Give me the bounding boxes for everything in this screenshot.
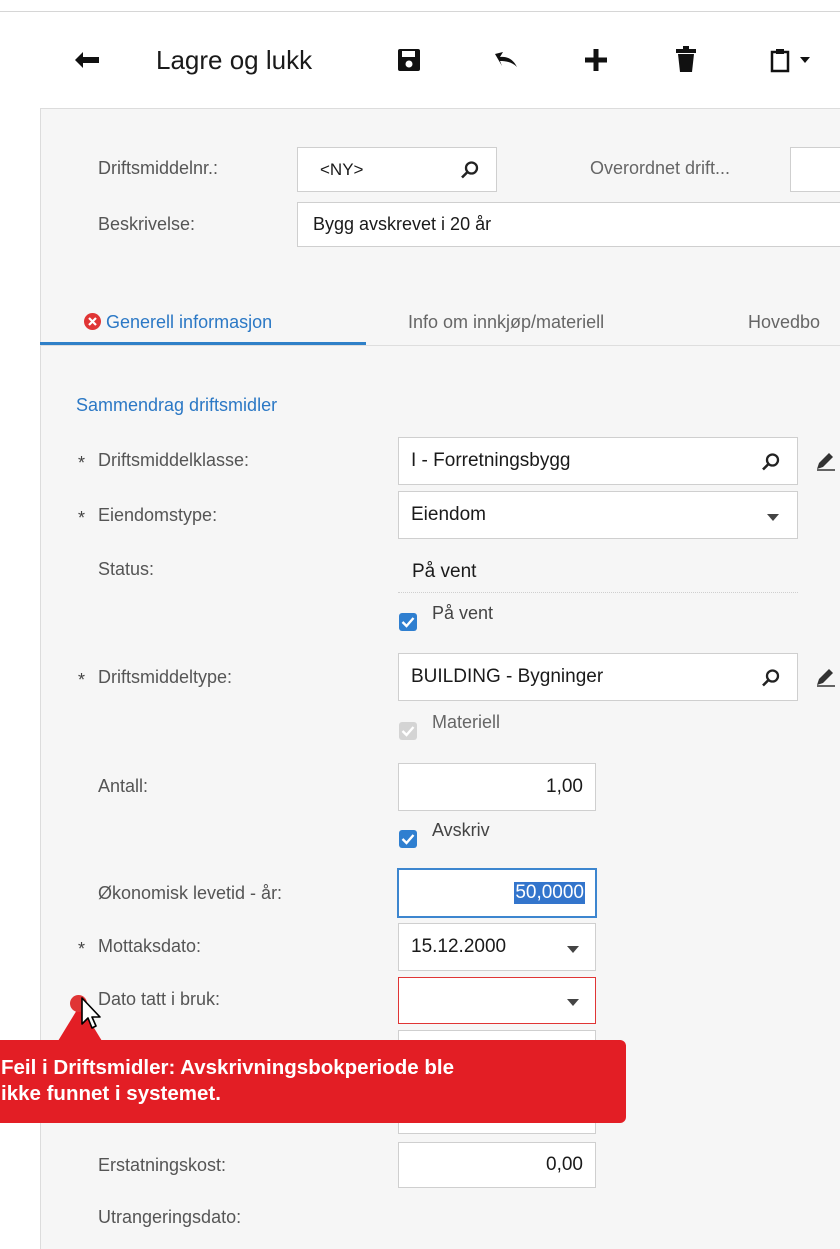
quantity-field[interactable]: 1,00	[398, 763, 596, 811]
back-button[interactable]	[64, 42, 110, 78]
property-type-select[interactable]: Eiendom	[398, 491, 798, 539]
asset-type-field[interactable]: BUILDING - Bygninger	[398, 653, 798, 701]
delete-button[interactable]	[668, 40, 704, 78]
property-type-value: Eiendom	[411, 504, 486, 525]
top-divider	[0, 11, 840, 12]
description-field[interactable]: Bygg avskrevet i 20 år	[297, 202, 840, 247]
floppy-disk-icon	[398, 49, 420, 71]
clipboard-dropdown-button[interactable]	[752, 40, 828, 80]
on-hold-label: På vent	[432, 603, 494, 623]
description-label: Beskrivelse:	[98, 214, 196, 234]
required-marker: *	[78, 939, 86, 959]
replacement-cost-value: 0,00	[546, 1154, 583, 1175]
error-message-line1: Feil i Driftsmidler: Avskrivningsbokperi…	[1, 1056, 455, 1079]
plus-icon	[585, 49, 607, 71]
error-icon	[84, 313, 101, 330]
section-title: Sammendrag driftsmidler	[76, 395, 278, 415]
chevron-down-icon	[567, 946, 579, 953]
chevron-down-icon	[567, 999, 579, 1006]
replacement-cost-field[interactable]: 0,00	[398, 1142, 596, 1188]
error-message-line2: ikke funnet i systemet.	[1, 1082, 221, 1105]
asset-class-field[interactable]: I - Forretningsbygg	[398, 437, 798, 485]
tab-purchase-info-label: Info om innkjøp/materiell	[408, 312, 605, 332]
checkmark-icon	[401, 726, 415, 737]
status-underline	[398, 592, 798, 593]
tab-book-label: Hovedbo	[748, 312, 821, 332]
arrow-left-icon	[75, 52, 99, 68]
checkmark-icon	[401, 617, 415, 628]
useful-life-value-wrap: 50,0000	[399, 882, 595, 904]
chevron-down-icon	[767, 514, 779, 521]
error-tooltip: Feil i Driftsmidler: Avskrivningsbokperi…	[0, 1040, 626, 1123]
in-use-date-label: Dato tatt i bruk:	[98, 989, 221, 1009]
tab-purchase-info[interactable]: Info om innkjøp/materiell	[408, 312, 604, 333]
in-use-date-field[interactable]	[398, 977, 596, 1024]
required-marker: *	[78, 508, 86, 528]
status-value: På vent	[412, 561, 477, 582]
tab-general-info-label: Generell informasjon	[106, 312, 273, 332]
quantity-value: 1,00	[546, 776, 583, 797]
asset-type-value: BUILDING - Bygninger	[411, 666, 604, 687]
undo-button[interactable]	[486, 42, 526, 78]
material-label: Materiell	[432, 712, 501, 732]
replacement-cost-label: Erstatningskost:	[98, 1155, 227, 1175]
trash-icon	[676, 46, 696, 72]
required-marker: *	[78, 670, 86, 690]
asset-type-label: Driftsmiddeltype:	[98, 667, 233, 687]
asset-class-value: I - Forretningsbygg	[411, 450, 571, 471]
search-icon[interactable]	[761, 668, 781, 688]
required-marker: *	[78, 453, 86, 473]
add-button[interactable]	[578, 42, 614, 78]
save-close-label: Lagre og lukk	[156, 44, 313, 75]
quantity-label: Antall:	[98, 776, 149, 796]
disposal-date-label: Utrangeringsdato:	[98, 1207, 242, 1227]
asset-nr-label: Driftsmiddelnr.:	[98, 158, 219, 178]
clipboard-icon	[770, 49, 790, 73]
asset-class-label: Driftsmiddelklasse:	[98, 450, 250, 470]
receipt-date-field[interactable]: 15.12.2000	[398, 923, 596, 971]
asset-nr-value: <NY>	[320, 159, 364, 179]
mouse-cursor-icon	[81, 997, 101, 1029]
checkmark-icon	[401, 834, 415, 845]
search-icon[interactable]	[761, 452, 781, 472]
parent-asset-label: Overordnet drift...	[590, 158, 731, 178]
depreciate-checkbox[interactable]	[399, 830, 417, 848]
pencil-icon[interactable]	[815, 451, 837, 471]
active-tab-indicator	[40, 342, 366, 345]
tab-book[interactable]: Hovedbo	[748, 312, 820, 333]
on-hold-checkbox[interactable]	[399, 613, 417, 631]
chevron-down-icon	[800, 57, 810, 63]
status-label: Status:	[98, 559, 155, 579]
tab-general-info[interactable]: Generell informasjon	[84, 312, 272, 333]
undo-icon	[495, 52, 517, 67]
save-close-button[interactable]: Lagre og lukk	[156, 40, 312, 80]
material-checkbox	[399, 722, 417, 740]
parent-asset-field[interactable]	[790, 147, 840, 192]
save-button[interactable]	[391, 42, 427, 78]
useful-life-value: 50,0000	[514, 882, 585, 904]
receipt-date-value: 15.12.2000	[411, 936, 507, 957]
depreciate-label: Avskriv	[432, 820, 490, 840]
description-value: Bygg avskrevet i 20 år	[313, 214, 492, 234]
pencil-icon[interactable]	[815, 667, 837, 687]
tabs-divider	[40, 345, 840, 346]
receipt-date-label: Mottaksdato:	[98, 936, 202, 956]
useful-life-label: Økonomisk levetid - år:	[98, 883, 283, 903]
property-type-label: Eiendomstype:	[98, 505, 218, 525]
search-icon[interactable]	[460, 160, 480, 180]
asset-nr-field[interactable]: <NY>	[297, 147, 497, 192]
useful-life-field[interactable]: 50,0000	[397, 868, 597, 918]
